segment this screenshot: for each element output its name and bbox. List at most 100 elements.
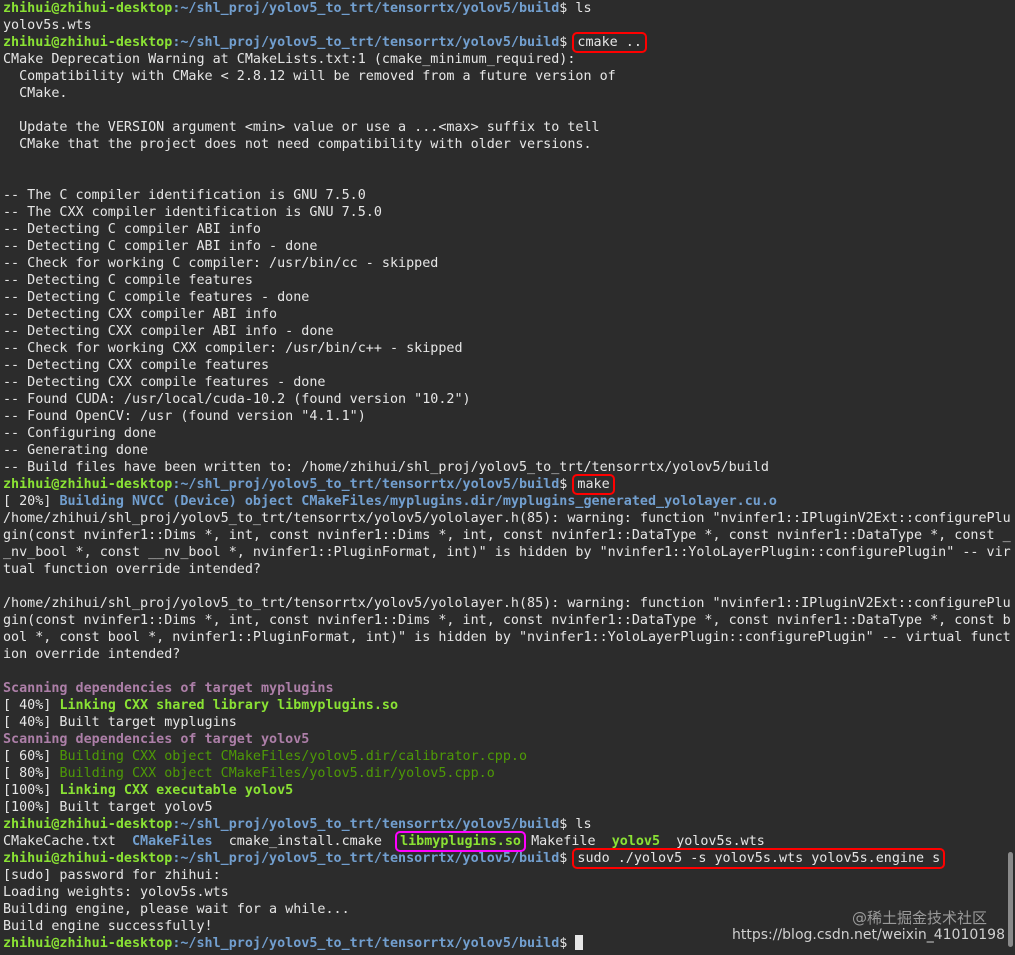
prompt-line-ls2: zhihui@zhihui-desktop:~/shl_proj/yolov5_… xyxy=(3,816,1001,833)
warning-line: gin(const nvinfer1::Dims *, int, const n… xyxy=(3,528,1011,543)
cmake-output-line: -- Found CUDA: /usr/local/cuda-10.2 (fou… xyxy=(3,392,471,407)
prompt-user: zhihui@zhihui-desktop xyxy=(3,477,173,492)
file-cmake-install: cmake_install.cmake xyxy=(228,834,382,849)
command-ls: ls xyxy=(575,817,592,832)
prompt-user: zhihui@zhihui-desktop xyxy=(3,851,173,866)
prompt-user: zhihui@zhihui-desktop xyxy=(3,35,173,50)
scrollbar[interactable] xyxy=(1008,852,1013,947)
progress-prefix: [100%] xyxy=(3,783,60,798)
cmake-output-line: -- Detecting CXX compile features xyxy=(3,358,270,373)
warning-line: ool *, const bool *, nvinfer1::PluginFor… xyxy=(3,630,1011,645)
cmake-output-line: -- Configuring done xyxy=(3,426,157,441)
prompt-symbol: $ xyxy=(559,477,576,492)
text-cursor[interactable] xyxy=(575,935,584,950)
warning-line: _nv_bool *, const __nv_bool *, nvinfer1:… xyxy=(3,545,1011,560)
scan-yolov5: Scanning dependencies of target yolov5 xyxy=(3,732,310,747)
prompt-line-ls: zhihui@zhihui-desktop:~/shl_proj/yolov5_… xyxy=(3,0,1001,17)
cmake-output-line: -- Detecting C compiler ABI info xyxy=(3,222,261,237)
prompt-path: :~/shl_proj/yolov5_to_trt/tensorrtx/yolo… xyxy=(172,936,560,951)
command-sudo-highlighted: sudo ./yolov5 -s yolov5s.wts yolov5s.eng… xyxy=(572,848,946,869)
prompt-line-sudo: zhihui@zhihui-desktop:~/shl_proj/yolov5_… xyxy=(3,848,1001,869)
file-yolov5-exe: yolov5 xyxy=(611,834,661,849)
prompt-symbol: $ xyxy=(559,1,576,16)
warning-line: tual function override intended? xyxy=(3,562,261,577)
cmake-output-line xyxy=(3,102,1001,119)
cmake-output-line: -- Detecting CXX compile features - done xyxy=(3,375,326,390)
link-yolov5-text: Linking CXX executable yolov5 xyxy=(59,783,294,798)
cmake-output-line: CMake that the project does not need com… xyxy=(3,137,592,152)
nvcc-build-text: Building NVCC (Device) object CMakeFiles… xyxy=(59,494,777,509)
link-yolov5-line: [100%] Linking CXX executable yolov5 xyxy=(3,782,1001,799)
cmake-output-line: -- Detecting C compiler ABI info - done xyxy=(3,239,318,254)
file-libmyplugins-highlighted: libmyplugins.so xyxy=(395,831,526,852)
obj-yolov5-text: Building CXX object CMakeFiles/yolov5.di… xyxy=(59,766,495,781)
command-make-highlighted: make xyxy=(572,474,615,495)
warning-line: /home/zhihui/shl_proj/yolov5_to_trt/tens… xyxy=(3,596,1011,611)
prompt-user: zhihui@zhihui-desktop xyxy=(3,936,173,951)
prompt-symbol: $ xyxy=(559,936,576,951)
cmake-output-line: -- Detecting CXX compiler ABI info - don… xyxy=(3,324,334,339)
prompt-path: :~/shl_proj/yolov5_to_trt/tensorrtx/yolo… xyxy=(172,851,560,866)
prompt-user: zhihui@zhihui-desktop xyxy=(3,817,173,832)
cmake-output-line: -- Detecting C compile features xyxy=(3,273,253,288)
progress-prefix: [ 20%] xyxy=(3,494,60,509)
sudo-output-line: [sudo] password for zhihui: xyxy=(3,868,221,883)
link-myplugins-text: Linking CXX shared library libmyplugins.… xyxy=(59,698,399,713)
cmake-output-line: Compatibility with CMake < 2.8.12 will b… xyxy=(3,69,616,84)
dir-cmakefiles: CMakeFiles xyxy=(132,834,213,849)
obj-calibrator-text: Building CXX object CMakeFiles/yolov5.di… xyxy=(59,749,528,764)
prompt-symbol: $ xyxy=(559,35,576,50)
cmake-output-line: -- Generating done xyxy=(3,443,149,458)
prompt-line-cmake: zhihui@zhihui-desktop:~/shl_proj/yolov5_… xyxy=(3,32,1001,53)
watermark-juejin: @稀土掘金技术社区 xyxy=(851,909,987,927)
build-obj-yolov5: [ 80%] Building CXX object CMakeFiles/yo… xyxy=(3,765,1001,782)
warning-line: gin(const nvinfer1::Dims *, int, const n… xyxy=(3,613,1011,628)
cmake-output-line: -- Check for working CXX compiler: /usr/… xyxy=(3,341,463,356)
prompt-symbol: $ xyxy=(559,817,576,832)
terminal-window[interactable]: zhihui@zhihui-desktop:~/shl_proj/yolov5_… xyxy=(3,0,1011,955)
cmake-output-line xyxy=(3,170,1001,187)
cmake-output-line: Update the VERSION argument <min> value … xyxy=(3,120,600,135)
built-yolov5: [100%] Built target yolov5 xyxy=(3,800,213,815)
command-ls: ls xyxy=(575,1,592,16)
warning-line: ion override intended? xyxy=(3,647,181,662)
file-makefile: Makefile xyxy=(531,834,596,849)
build-obj-calibrator: [ 60%] Building CXX object CMakeFiles/yo… xyxy=(3,748,1001,765)
prompt-path: :~/shl_proj/yolov5_to_trt/tensorrtx/yolo… xyxy=(172,817,560,832)
warning-block-1: /home/zhihui/shl_proj/yolov5_to_trt/tens… xyxy=(3,510,1011,578)
sudo-output-line: Loading weights: yolov5s.wts xyxy=(3,885,229,900)
cmake-output-line: -- The C compiler identification is GNU … xyxy=(3,188,366,203)
cmake-output-line: -- Found OpenCV: /usr (found version "4.… xyxy=(3,409,366,424)
prompt-line-make: zhihui@zhihui-desktop:~/shl_proj/yolov5_… xyxy=(3,474,1001,495)
cmake-output-block: CMake Deprecation Warning at CMakeLists.… xyxy=(3,51,1001,476)
prompt-user: zhihui@zhihui-desktop xyxy=(3,1,173,16)
warning-line: /home/zhihui/shl_proj/yolov5_to_trt/tens… xyxy=(3,511,1011,526)
file-cmakecache: CMakeCache.txt xyxy=(3,834,116,849)
command-cmake-highlighted: cmake .. xyxy=(572,32,647,53)
cmake-output-line: -- Build files have been written to: /ho… xyxy=(3,460,769,475)
cmake-output-line xyxy=(3,153,1001,170)
cmake-output-line: CMake. xyxy=(3,86,68,101)
cmake-output-line: -- Detecting CXX compiler ABI info xyxy=(3,307,278,322)
prompt-path: :~/shl_proj/yolov5_to_trt/tensorrtx/yolo… xyxy=(172,1,560,16)
warning-block-2: /home/zhihui/shl_proj/yolov5_to_trt/tens… xyxy=(3,595,1011,663)
prompt-path: :~/shl_proj/yolov5_to_trt/tensorrtx/yolo… xyxy=(172,35,560,50)
progress-prefix: [ 40%] xyxy=(3,698,60,713)
prompt-symbol: $ xyxy=(559,851,576,866)
cmake-output-line: -- Detecting C compile features - done xyxy=(3,290,310,305)
cmake-output-line: -- Check for working C compiler: /usr/bi… xyxy=(3,256,439,271)
progress-prefix: [ 80%] xyxy=(3,766,60,781)
cmake-output-line: -- The CXX compiler identification is GN… xyxy=(3,205,382,220)
ls2-output: CMakeCache.txt CMakeFiles cmake_install.… xyxy=(3,831,1001,852)
ls-output: yolov5s.wts xyxy=(3,18,92,33)
cmake-output-line: CMake Deprecation Warning at CMakeLists.… xyxy=(3,52,576,67)
file-yolov5s-wts: yolov5s.wts xyxy=(676,834,765,849)
link-myplugins-line: [ 40%] Linking CXX shared library libmyp… xyxy=(3,697,1001,714)
scan-myplugins: Scanning dependencies of target myplugin… xyxy=(3,681,334,696)
watermark-url: https://blog.csdn.net/weixin_41010198 xyxy=(731,927,1005,943)
make-nvcc-line: [ 20%] Building NVCC (Device) object CMa… xyxy=(3,493,1001,510)
progress-prefix: [ 60%] xyxy=(3,749,60,764)
prompt-path: :~/shl_proj/yolov5_to_trt/tensorrtx/yolo… xyxy=(172,477,560,492)
